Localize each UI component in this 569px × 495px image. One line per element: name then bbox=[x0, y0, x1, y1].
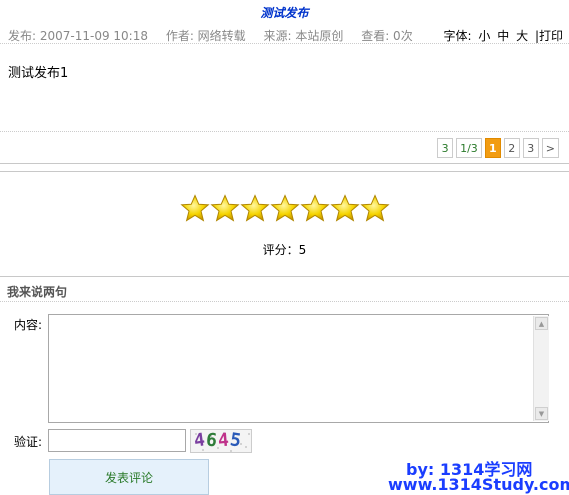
star-icon bbox=[240, 194, 270, 222]
rating-score: 评分：5 bbox=[262, 243, 307, 257]
submit-comment-button[interactable]: 发表评论 bbox=[49, 459, 209, 495]
scroll-up-icon[interactable]: ▲ bbox=[535, 317, 548, 330]
source: 来源: 本站原创 bbox=[263, 29, 344, 43]
star-icon bbox=[180, 194, 210, 222]
captcha-code: 4645 bbox=[193, 429, 243, 452]
content-label: 内容: bbox=[14, 318, 43, 332]
verify-code-input[interactable] bbox=[48, 429, 186, 452]
font-size-controls: 字体: 小 中 大 |打印 bbox=[441, 27, 563, 44]
rating-stars bbox=[180, 194, 390, 222]
star-icon bbox=[270, 194, 300, 222]
star-icon bbox=[330, 194, 360, 222]
article-meta: 发布: 2007-11-09 10:18 作者: 网络转载 来源: 本站原创 查… bbox=[8, 27, 427, 44]
article-title: 测试发布 bbox=[260, 6, 309, 20]
section-divider bbox=[0, 163, 569, 164]
star-icon bbox=[210, 194, 240, 222]
publish-date: 发布: 2007-11-09 10:18 bbox=[8, 29, 148, 43]
font-small-link[interactable]: 小 bbox=[478, 29, 490, 43]
pager-position: 1/3 bbox=[456, 138, 482, 158]
font-size-label: 字体: bbox=[443, 29, 472, 43]
view-count: 查看: 0次 bbox=[361, 29, 413, 43]
page-2-button[interactable]: 2 bbox=[503, 138, 520, 158]
pagination: 3 1/3 1 2 3 > bbox=[434, 138, 559, 158]
article-body: 测试发布1 bbox=[8, 66, 69, 81]
captcha-digit: 5 bbox=[227, 429, 243, 452]
star-icon bbox=[360, 194, 390, 222]
star-icon bbox=[300, 194, 330, 222]
verify-label: 验证: bbox=[14, 435, 43, 449]
captcha-image[interactable]: 4645 bbox=[190, 429, 252, 453]
print-link[interactable]: 打印 bbox=[539, 29, 563, 43]
font-large-link[interactable]: 大 bbox=[516, 29, 528, 43]
scroll-down-icon[interactable]: ▼ bbox=[535, 407, 548, 420]
comment-textarea[interactable] bbox=[48, 314, 549, 423]
author: 作者: 网络转载 bbox=[165, 29, 246, 43]
pager-total: 3 bbox=[437, 138, 454, 158]
content-divider bbox=[0, 131, 569, 132]
next-page-button[interactable]: > bbox=[541, 138, 559, 158]
meta-divider bbox=[0, 43, 569, 44]
textarea-scrollbar[interactable]: ▲ ▼ bbox=[533, 316, 549, 421]
comment-divider bbox=[0, 276, 569, 277]
watermark-line-2: www.1314Study.com bbox=[388, 475, 569, 494]
comment-title-divider bbox=[0, 301, 569, 302]
page-3-button[interactable]: 3 bbox=[522, 138, 539, 158]
font-medium-link[interactable]: 中 bbox=[497, 29, 509, 43]
page-1-button[interactable]: 1 bbox=[484, 138, 501, 158]
comment-section-title: 我来说两句 bbox=[7, 285, 68, 299]
section-divider bbox=[0, 171, 569, 172]
